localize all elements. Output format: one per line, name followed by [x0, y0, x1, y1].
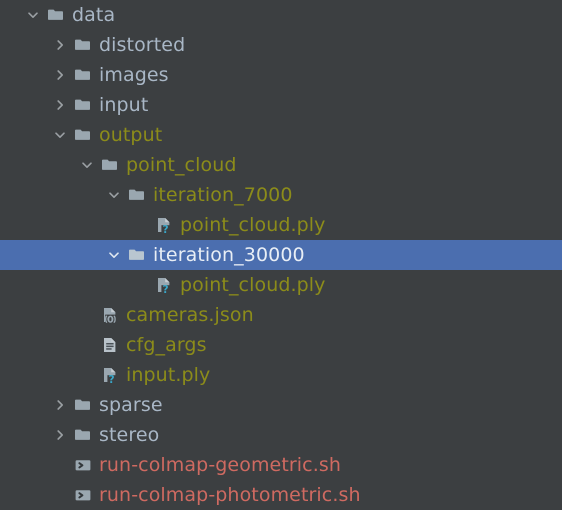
tree-row-label: iteration_7000: [153, 184, 293, 206]
tree-row-label: sparse: [99, 394, 163, 416]
folder-icon: [126, 244, 148, 266]
tree-row-label: cfg_args: [126, 334, 207, 356]
tree-row-label: input.ply: [126, 364, 211, 386]
chevron-down-icon[interactable]: [103, 244, 125, 266]
indent-spacer: [0, 495, 49, 496]
toggle-spacer: [130, 274, 153, 296]
chevron-right-icon[interactable]: [49, 34, 71, 56]
toggle-spacer: [130, 214, 153, 236]
tree-row[interactable]: iteration_7000: [0, 180, 562, 210]
indent-spacer: [0, 105, 49, 106]
folder-icon: [72, 394, 94, 416]
project-file-tree[interactable]: data distorted images input output point_clou…: [0, 0, 562, 510]
tree-row[interactable]: data: [0, 0, 562, 30]
svg-text:?: ?: [163, 284, 169, 294]
indent-spacer: [0, 315, 76, 316]
svg-text:?: ?: [109, 374, 115, 384]
tree-row[interactable]: images: [0, 60, 562, 90]
chevron-down-icon[interactable]: [22, 4, 44, 26]
tree-row[interactable]: run-colmap-geometric.sh: [0, 450, 562, 480]
tree-row-label: images: [99, 64, 169, 86]
chevron-down-icon[interactable]: [76, 154, 98, 176]
tree-row-label: iteration_30000: [153, 244, 305, 266]
toggle-spacer: [76, 364, 99, 386]
chevron-right-icon[interactable]: [49, 94, 71, 116]
json-file-icon: [99, 304, 121, 326]
unknown-file-icon: ?: [153, 274, 175, 296]
tree-row[interactable]: point_cloud: [0, 150, 562, 180]
tree-row-label: run-colmap-photometric.sh: [99, 484, 361, 506]
unknown-file-icon: ?: [99, 364, 121, 386]
tree-row[interactable]: iteration_30000: [0, 240, 562, 270]
tree-row-label: cameras.json: [126, 304, 254, 326]
unknown-file-icon: ?: [153, 214, 175, 236]
tree-row[interactable]: output: [0, 120, 562, 150]
indent-spacer: [0, 435, 49, 436]
tree-row[interactable]: ? input.ply: [0, 360, 562, 390]
folder-icon: [72, 64, 94, 86]
folder-icon: [126, 184, 148, 206]
tree-row[interactable]: ? point_cloud.ply: [0, 210, 562, 240]
indent-spacer: [0, 465, 49, 466]
tree-row-label: point_cloud.ply: [180, 214, 326, 236]
indent-spacer: [0, 195, 103, 196]
shell-script-icon: [72, 484, 94, 506]
chevron-right-icon[interactable]: [49, 394, 71, 416]
toggle-spacer: [49, 454, 72, 476]
indent-spacer: [0, 15, 22, 16]
tree-row[interactable]: input: [0, 90, 562, 120]
chevron-down-icon[interactable]: [49, 124, 71, 146]
indent-spacer: [0, 345, 76, 346]
tree-row-label: data: [72, 4, 116, 26]
tree-row[interactable]: run-colmap-photometric.sh: [0, 480, 562, 510]
folder-icon: [72, 124, 94, 146]
folder-icon: [45, 4, 67, 26]
tree-row[interactable]: cameras.json: [0, 300, 562, 330]
tree-row-label: run-colmap-geometric.sh: [99, 454, 342, 476]
tree-row[interactable]: sparse: [0, 390, 562, 420]
tree-row-label: stereo: [99, 424, 160, 446]
folder-icon: [99, 154, 121, 176]
indent-spacer: [0, 165, 76, 166]
indent-spacer: [0, 405, 49, 406]
chevron-right-icon[interactable]: [49, 424, 71, 446]
folder-icon: [72, 424, 94, 446]
indent-spacer: [0, 135, 49, 136]
tree-row[interactable]: stereo: [0, 420, 562, 450]
svg-text:?: ?: [163, 224, 169, 234]
indent-spacer: [0, 225, 130, 226]
toggle-spacer: [76, 304, 99, 326]
indent-spacer: [0, 255, 103, 256]
indent-spacer: [0, 375, 76, 376]
indent-spacer: [0, 75, 49, 76]
text-file-icon: [99, 334, 121, 356]
tree-row[interactable]: distorted: [0, 30, 562, 60]
folder-icon: [72, 34, 94, 56]
chevron-right-icon[interactable]: [49, 64, 71, 86]
indent-spacer: [0, 285, 130, 286]
chevron-down-icon[interactable]: [103, 184, 125, 206]
tree-row[interactable]: ? point_cloud.ply: [0, 270, 562, 300]
folder-icon: [72, 94, 94, 116]
shell-script-icon: [72, 454, 94, 476]
toggle-spacer: [49, 484, 72, 506]
tree-row-label: input: [99, 94, 149, 116]
tree-row-label: point_cloud.ply: [180, 274, 326, 296]
tree-row-label: output: [99, 124, 163, 146]
tree-row-label: point_cloud: [126, 154, 237, 176]
indent-spacer: [0, 45, 49, 46]
tree-row[interactable]: cfg_args: [0, 330, 562, 360]
tree-row-label: distorted: [99, 34, 186, 56]
toggle-spacer: [76, 334, 99, 356]
